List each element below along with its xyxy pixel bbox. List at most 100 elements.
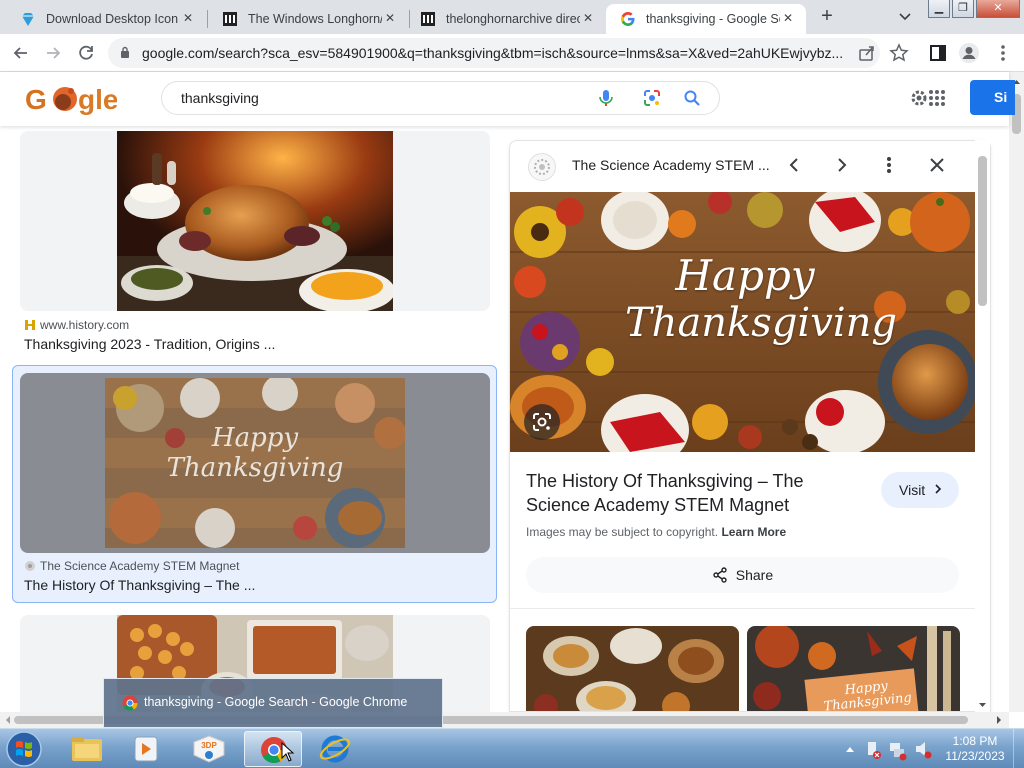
learn-more-link[interactable]: Learn More [721,525,786,539]
back-button[interactable] [10,42,32,64]
screen: Download Desktop Icon ✕ The Windows Long… [0,0,1024,768]
archive-building-icon [223,12,237,26]
search-box[interactable]: thanksgiving [161,81,720,115]
share-button[interactable]: Share [526,557,959,593]
preview-image[interactable]: Happy Thanksgiving [510,192,975,452]
tab-thanksgiving-google[interactable]: thanksgiving - Google Se ✕ [606,4,806,34]
tab-download-desktop-icon[interactable]: Download Desktop Icon ✕ [6,4,206,34]
more-options-button[interactable] [877,153,901,177]
close-window-button[interactable]: ✕ [976,0,1020,18]
taskbar-clock[interactable]: 1:08 PM 11/23/2023 [940,734,1010,764]
google-doodle-logo[interactable]: G gle [25,81,117,117]
tab-label: thelonghornarchive direc [446,12,580,26]
forward-button[interactable] [42,42,64,64]
scroll-right-arrow-icon[interactable] [993,712,1005,728]
result-source[interactable]: The Science Academy STEM Magnet [24,559,239,573]
result-title[interactable]: Thanksgiving 2023 - Tradition, Origins .… [24,336,275,352]
taskbar-explorer[interactable] [58,731,116,767]
page-scrollbar[interactable] [1009,72,1024,712]
close-tab-icon[interactable]: ✕ [180,11,196,25]
address-toolbar: google.com/search?sca_esv=584901900&q=th… [0,34,1024,72]
search-icon[interactable] [682,88,702,108]
minimize-button[interactable]: ▁ [928,0,950,18]
bookmark-star-icon[interactable] [888,42,910,64]
tab-longhorn-archive[interactable]: thelonghornarchive direc ✕ [406,4,606,34]
result-thumbnail[interactable]: Happy Thanksgiving [20,373,490,553]
svg-text:3DP: 3DP [201,741,217,750]
close-tab-icon[interactable]: ✕ [382,11,398,25]
google-lens-icon[interactable] [642,88,662,108]
show-desktop-button[interactable] [1013,729,1024,768]
media-player-icon [134,736,158,762]
chevron-right-icon [935,484,942,494]
related-feast-table-image[interactable] [526,626,739,712]
taskbar-3dp-chip[interactable]: 3DP [180,731,238,767]
3dp-chip-icon: 3DP [193,735,225,763]
image-result-card-selected[interactable]: Happy Thanksgiving The Science Academy S… [12,365,497,603]
result-title[interactable]: The History Of Thanksgiving – The ... [24,577,255,593]
history-favicon-icon [25,320,35,330]
url-text[interactable]: google.com/search?sca_esv=584901900&q=th… [142,45,842,61]
panel-scrollbar[interactable] [975,140,990,712]
lens-search-button[interactable] [524,404,560,440]
google-header: G gle thanksgiving Si [0,72,1015,126]
close-tab-icon[interactable]: ✕ [780,11,796,25]
volume-icon [916,742,932,759]
related-image[interactable] [526,626,739,712]
omnibox[interactable]: google.com/search?sca_esv=584901900&q=th… [108,38,880,68]
restore-button[interactable]: ❐ [952,0,974,18]
profile-avatar-icon[interactable] [958,42,980,64]
reload-button[interactable] [75,42,97,64]
sign-in-button[interactable]: Si [970,80,1015,115]
close-tab-icon[interactable]: ✕ [580,11,596,25]
taskbar-window-preview[interactable]: thanksgiving - Google Search - Google Ch… [103,678,443,728]
window-preview-title: thanksgiving - Google Search - Google Ch… [144,695,408,709]
previous-image-button[interactable] [782,153,806,177]
network-icon [890,743,907,761]
new-tab-button[interactable]: + [817,5,837,29]
turkey-dinner-image[interactable] [117,131,393,311]
diamond-favicon-icon [22,13,34,26]
image-result-card[interactable]: www.history.com Thanksgiving 2023 - Trad… [20,131,490,356]
archive-building-icon [421,12,435,26]
tab-label: Download Desktop Icon [46,12,179,26]
kebab-menu-icon[interactable] [992,42,1014,64]
google-g-icon [621,12,635,26]
share-page-icon[interactable] [858,44,876,62]
taskbar-internet-explorer[interactable] [306,731,364,767]
microphone-icon[interactable] [596,88,616,108]
side-panel-icon[interactable] [927,42,949,64]
tray-icons[interactable] [842,733,942,765]
scroll-left-arrow-icon[interactable] [2,712,14,728]
svg-text:G: G [25,84,47,115]
forward-arrow-icon [47,47,61,59]
thumbnail-caption-line1: Happy [211,423,299,453]
result-source[interactable]: www.history.com [24,318,129,332]
tab-strip: Download Desktop Icon ✕ The Windows Long… [0,0,1024,34]
related-image[interactable]: Happy Thanksgiving [747,626,960,711]
tab-label: thanksgiving - Google Se [646,12,780,26]
internet-explorer-icon [319,735,351,763]
chrome-icon [122,695,138,711]
next-image-button[interactable] [830,153,854,177]
panel-title[interactable]: The History Of Thanksgiving – The Scienc… [526,469,856,517]
clock-date: 11/23/2023 [945,749,1005,763]
windows-taskbar: 3DP 1:08 PM 11/23/2023 [0,728,1024,768]
visit-button[interactable]: Visit [881,472,959,508]
search-input[interactable]: thanksgiving [181,90,259,106]
taskbar-media-player[interactable] [118,731,176,767]
panel-scrollbar-thumb[interactable] [978,156,987,306]
tab-windows-longhorn[interactable]: The Windows Longhorn/ ✕ [208,4,408,34]
start-button[interactable] [4,730,44,768]
thumbnail-caption: Happy Thanksgiving [105,423,405,483]
kebab-menu-icon [887,157,891,173]
result-thumbnail[interactable] [20,131,490,311]
close-panel-button[interactable] [925,153,949,177]
lock-icon[interactable] [120,46,130,59]
panel-site-name[interactable]: The Science Academy STEM ... [572,157,770,173]
windows-start-orb-icon [6,731,42,767]
chevron-down-icon[interactable] [895,8,915,26]
settings-gear-icon[interactable] [909,86,945,110]
scroll-down-arrow-icon[interactable] [975,700,990,710]
preview-caption-line2: Thanksgiving [625,300,897,346]
